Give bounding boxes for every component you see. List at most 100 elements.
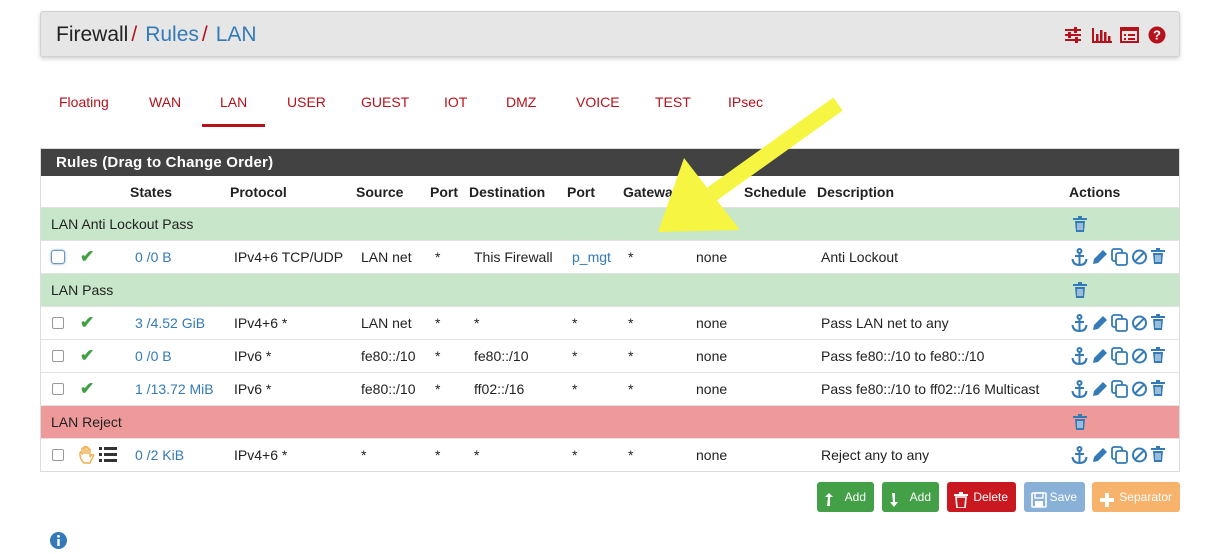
table-row[interactable]: ✔ 0 /0 B IPv6 * fe80::/10 * fe80::/10 * … — [41, 340, 1179, 373]
separator-row[interactable]: LAN Anti Lockout Pass — [41, 208, 1179, 241]
rule-dest-port[interactable]: p_mgt — [572, 241, 611, 273]
col-schedule[interactable]: Schedule — [744, 176, 806, 208]
anchor-icon[interactable] — [1071, 314, 1088, 333]
save-button[interactable]: Save — [1024, 482, 1085, 512]
pencil-icon[interactable] — [1091, 314, 1108, 332]
list-icon[interactable] — [1120, 26, 1139, 44]
tab-user[interactable]: USER — [287, 89, 326, 127]
tab-iot[interactable]: IOT — [444, 89, 467, 127]
pass-check-icon[interactable]: ✔ — [80, 307, 94, 338]
separator-button[interactable]: Separator — [1092, 482, 1180, 512]
anchor-icon[interactable] — [1071, 380, 1088, 399]
tab-voice[interactable]: VOICE — [576, 89, 620, 127]
rule-checkbox[interactable] — [52, 317, 64, 329]
add-bottom-button[interactable]: Add — [882, 482, 939, 512]
trash-icon[interactable] — [1151, 314, 1168, 332]
col-dest-port[interactable]: Port — [567, 176, 595, 208]
col-destination[interactable]: Destination — [469, 176, 545, 208]
tab-guest[interactable]: GUEST — [361, 89, 409, 127]
rule-gateway: * — [628, 447, 634, 463]
plus-icon — [1099, 489, 1115, 507]
col-states[interactable]: States — [130, 176, 172, 208]
add-top-button[interactable]: Add — [817, 482, 874, 512]
rule-checkbox[interactable] — [51, 250, 65, 264]
disable-icon[interactable] — [1131, 314, 1148, 332]
tab-ipsec[interactable]: IPsec — [728, 89, 763, 127]
copy-icon[interactable] — [1111, 347, 1128, 365]
col-protocol[interactable]: Protocol — [230, 176, 287, 208]
rule-queue: none — [696, 249, 728, 265]
separator-row[interactable]: LAN Reject — [41, 406, 1179, 439]
save-label: Save — [1049, 490, 1077, 504]
rule-states[interactable]: 3 /4.52 GiB — [135, 307, 205, 339]
trash-icon[interactable] — [1151, 446, 1168, 464]
pencil-icon[interactable] — [1091, 347, 1108, 365]
delete-button[interactable]: Delete — [947, 482, 1016, 512]
rule-states[interactable]: 1 /13.72 MiB — [135, 373, 214, 405]
col-port[interactable]: Port — [430, 176, 458, 208]
table-row[interactable]: ✔ 0 /0 B IPv4+6 TCP/UDP LAN net * This F… — [41, 241, 1179, 274]
disable-icon[interactable] — [1131, 446, 1148, 464]
rule-description: Pass LAN net to any — [821, 315, 949, 331]
rule-source-port: * — [435, 315, 441, 331]
col-description[interactable]: Description — [817, 176, 894, 208]
anchor-icon[interactable] — [1071, 446, 1088, 465]
help-icon[interactable]: ? — [1148, 26, 1166, 44]
pass-check-icon[interactable]: ✔ — [80, 373, 94, 404]
disable-icon[interactable] — [1131, 347, 1148, 365]
pencil-icon[interactable] — [1091, 446, 1108, 464]
tab-wan[interactable]: WAN — [149, 89, 181, 127]
rule-dest-port: * — [572, 348, 578, 364]
pass-check-icon[interactable]: ✔ — [80, 241, 94, 272]
col-gateway[interactable]: Gateway — [623, 176, 681, 208]
tab-lan[interactable]: LAN — [201, 89, 266, 127]
info-icon[interactable] — [50, 532, 67, 549]
copy-icon[interactable] — [1111, 314, 1128, 332]
rule-checkbox[interactable] — [52, 350, 64, 362]
rule-checkbox[interactable] — [52, 449, 64, 461]
table-row[interactable]: ✔ 1 /13.72 MiB IPv6 * fe80::/10 * ff02::… — [41, 373, 1179, 406]
tab-test[interactable]: TEST — [655, 89, 691, 127]
trash-icon[interactable] — [1073, 414, 1087, 430]
bar-chart-icon[interactable] — [1092, 26, 1112, 44]
sliders-icon[interactable] — [1064, 26, 1082, 44]
rule-gateway: * — [628, 315, 634, 331]
rule-source: fe80::/10 — [361, 348, 416, 364]
trash-icon[interactable] — [1151, 347, 1168, 365]
tab-floating[interactable]: Floating — [59, 89, 109, 127]
trash-icon[interactable] — [1073, 282, 1087, 298]
table-row[interactable]: 0 /2 KiB IPv4+6 * * * * * * none Reject … — [41, 439, 1179, 472]
disable-icon[interactable] — [1131, 248, 1148, 266]
rule-checkbox[interactable] — [52, 383, 64, 395]
trash-icon[interactable] — [1151, 248, 1168, 266]
rule-gateway: * — [628, 381, 634, 397]
anchor-icon[interactable] — [1071, 347, 1088, 366]
pencil-icon[interactable] — [1091, 380, 1108, 398]
trash-icon[interactable] — [1073, 216, 1087, 232]
trash-icon[interactable] — [1151, 380, 1168, 398]
tab-dmz[interactable]: DMZ — [506, 89, 536, 127]
rule-states[interactable]: 0 /2 KiB — [135, 439, 184, 471]
copy-icon[interactable] — [1111, 446, 1128, 464]
pass-check-icon[interactable]: ✔ — [80, 340, 94, 371]
rule-states[interactable]: 0 /0 B — [135, 241, 172, 273]
rule-protocol: IPv4+6 * — [234, 315, 288, 331]
rule-destination: fe80::/10 — [474, 348, 529, 364]
rule-dest-port: * — [572, 315, 578, 331]
copy-icon[interactable] — [1111, 248, 1128, 266]
table-row[interactable]: ✔ 3 /4.52 GiB IPv4+6 * LAN net * * * * n… — [41, 307, 1179, 340]
log-icon[interactable] — [99, 447, 117, 463]
rule-actions — [1071, 248, 1168, 267]
anchor-icon[interactable] — [1071, 248, 1088, 267]
breadcrumb-lan-link[interactable]: LAN — [216, 23, 257, 46]
rule-source: * — [361, 447, 367, 463]
hand-stop-icon[interactable] — [78, 445, 98, 465]
col-source[interactable]: Source — [356, 176, 403, 208]
pencil-icon[interactable] — [1091, 248, 1108, 266]
separator-row[interactable]: LAN Pass — [41, 274, 1179, 307]
copy-icon[interactable] — [1111, 380, 1128, 398]
rule-states[interactable]: 0 /0 B — [135, 340, 172, 372]
disable-icon[interactable] — [1131, 380, 1148, 398]
breadcrumb-rules-link[interactable]: Rules — [145, 23, 199, 46]
rule-source-port: * — [435, 249, 441, 265]
